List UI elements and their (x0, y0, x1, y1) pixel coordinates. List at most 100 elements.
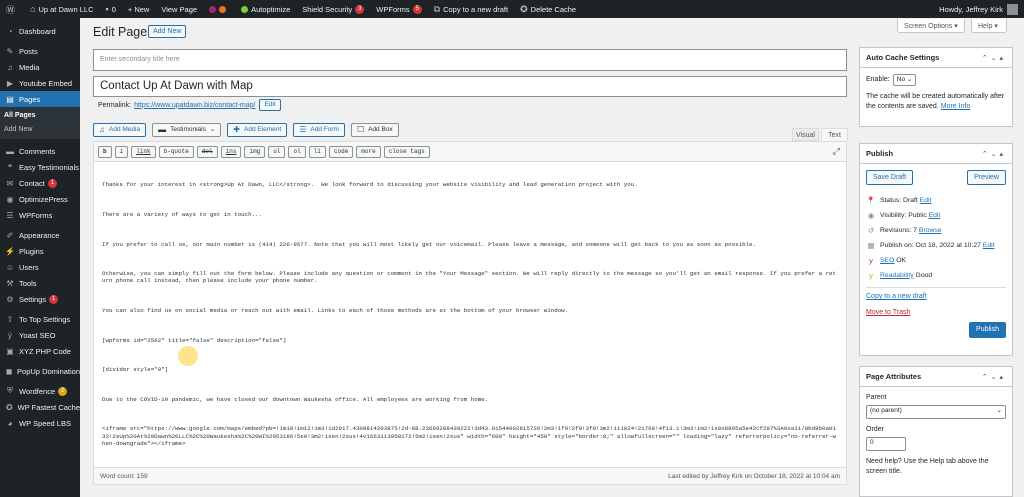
qt-img-button[interactable]: img (244, 145, 266, 158)
sidebar-item-dashboard[interactable]: ◔ Dashboard (0, 23, 80, 39)
add-box-button[interactable]: ☐ Add Box (350, 123, 399, 137)
qt-link-button[interactable]: link (131, 145, 156, 158)
submenu-all-pages[interactable]: All Pages (0, 109, 80, 123)
sidebar-item-comments[interactable]: ▬ Comments (0, 143, 80, 159)
copy-draft-link[interactable]: Copy to a new draft (866, 292, 1006, 302)
sidebar-item-optimizepress[interactable]: ◉ OptimizePress (0, 191, 80, 207)
yoast-admin-icon[interactable] (203, 0, 235, 18)
publish-date-edit-link[interactable]: Edit (983, 241, 995, 251)
wpforms-link[interactable]: WPForms 5 (370, 0, 427, 18)
sidebar-item-to-top-settings[interactable]: ⇧ To Top Settings (0, 311, 80, 327)
sidebar-item-yoast-seo[interactable]: ẏ Yoast SEO (0, 327, 80, 343)
qt-ul-button[interactable]: ul (268, 145, 286, 158)
sidebar-item-appearance[interactable]: ✐ Appearance (0, 227, 80, 243)
code-icon: ▣ (6, 346, 14, 356)
view-page-link[interactable]: View Page (155, 0, 203, 18)
enable-select[interactable]: No ⌄ (892, 74, 917, 86)
screen-options-button[interactable]: Screen Options ▾ (897, 19, 965, 33)
add-media-button[interactable]: ♫ Add Media (93, 123, 147, 137)
permalink-edit-button[interactable]: Edit (259, 99, 281, 111)
visibility-row: ◉ Visibility: Public Edit (867, 210, 941, 221)
move-to-trash-link[interactable]: Move to Trash (866, 308, 1006, 318)
content-paragraph: Due to the COVID-19 pandemic, we have cl… (102, 395, 489, 403)
sidebar-item-xyz-php-code[interactable]: ▣ XYZ PHP Code (0, 343, 80, 359)
save-draft-button[interactable]: Save Draft (866, 170, 914, 185)
cache-icon: ✪ (520, 3, 528, 14)
shield-count-badge: 3 (355, 4, 365, 14)
yoast-icon (209, 5, 217, 13)
sidebar-item-popup-domination[interactable]: ◼ PopUp Domination (0, 359, 80, 383)
submenu-add-new[interactable]: Add New (0, 123, 80, 137)
title-input[interactable]: Contact Up At Dawn with Map (93, 76, 847, 97)
tab-text[interactable]: Text (821, 128, 848, 141)
qt-italic-button[interactable]: i (114, 145, 129, 158)
help-button[interactable]: Help ▾ (971, 19, 1007, 33)
shield-security-link[interactable]: Shield Security 3 (296, 0, 370, 18)
publish-header[interactable]: Publish ⌃⌄▴ (860, 144, 1012, 164)
sidebar-item-wp-speed-lbs[interactable]: ◕ WP Speed LBS (0, 415, 80, 431)
seo-link[interactable]: SEO (880, 256, 894, 266)
box-controls-icon[interactable]: ⌃⌄▴ (982, 54, 1006, 62)
parent-select[interactable]: (no parent) ⌄ (866, 405, 1006, 419)
home-icon: ⌂ (30, 4, 36, 14)
new-content-link[interactable]: + New (122, 0, 155, 18)
my-account-link[interactable]: Howdy, Jeffrey Kirk (933, 0, 1024, 18)
sidebar-item-youtube-embed[interactable]: ▶ Youtube Embed (0, 75, 80, 91)
revisions-browse-link[interactable]: Browse (919, 226, 942, 236)
media-icon: ♫ (99, 125, 105, 134)
box-controls-icon[interactable]: ⌃⌄▴ (982, 373, 1006, 381)
add-element-button[interactable]: ✚ Add Element (227, 123, 288, 137)
status-edit-link[interactable]: Edit (920, 196, 932, 206)
fullscreen-icon[interactable]: ⤢ (833, 146, 840, 157)
qt-ol-button[interactable]: ol (288, 145, 306, 158)
publish-button[interactable]: Publish (969, 322, 1006, 338)
sidebar-item-wp-fastest-cache[interactable]: ✪ WP Fastest Cache (0, 399, 80, 415)
site-name-link[interactable]: ⌂ Up at Dawn LLC (24, 0, 99, 18)
qt-bold-button[interactable]: b (98, 145, 112, 158)
readability-link[interactable]: Readability (880, 271, 914, 281)
qt-ins-button[interactable]: ins (220, 145, 242, 158)
qt-code-button[interactable]: code (328, 145, 354, 158)
video-icon: ▶ (6, 78, 14, 88)
autoptimize-link[interactable]: Autoptimize (235, 0, 296, 18)
qt-close-tags-button[interactable]: close tags (383, 145, 430, 158)
qt-more-button[interactable]: more (356, 145, 381, 158)
add-new-page-button[interactable]: Add New (148, 25, 187, 38)
more-info-link[interactable]: More Info (941, 103, 971, 110)
page-attributes-header[interactable]: Page Attributes ⌃⌄▴ (860, 367, 1012, 387)
copy-draft-link[interactable]: ⧉ Copy to a new draft (428, 0, 514, 18)
sidebar-item-pages[interactable]: ▤ Pages (0, 91, 80, 107)
comments-link[interactable]: ▪ 0 (99, 0, 121, 18)
auto-cache-box: Auto Cache Settings ⌃⌄▴ Enable: No ⌄ The … (859, 47, 1013, 127)
status-dot-icon (219, 5, 227, 13)
delete-cache-link[interactable]: ✪ Delete Cache (514, 0, 582, 18)
tab-visual[interactable]: Visual (792, 128, 819, 141)
sidebar-item-easy-testimonials[interactable]: ❝ Easy Testimonials (0, 159, 80, 175)
pin-icon: 📍 (866, 195, 876, 205)
wordpress-logo[interactable]: Ⓦ (0, 0, 24, 18)
revisions-icon: ↺ (867, 225, 875, 235)
add-form-button[interactable]: ☰ Add Form (293, 123, 345, 137)
sidebar-item-settings[interactable]: ⚙ Settings 1 (0, 291, 80, 307)
qt-blockquote-button[interactable]: b-quote (158, 145, 194, 158)
sidebar-item-contact[interactable]: ✉ Contact 1 (0, 175, 80, 191)
qt-li-button[interactable]: li (308, 145, 326, 158)
content-paragraph: You can also find us on social media or … (102, 307, 569, 315)
preview-button[interactable]: Preview (967, 170, 1006, 185)
sidebar-item-wordfence[interactable]: ⛨ Wordfence 2 (0, 383, 80, 399)
testimonials-button[interactable]: ▬ Testimonials ⌄ (152, 123, 222, 137)
sidebar-item-posts[interactable]: ✎ Posts (0, 43, 80, 59)
content-textarea[interactable]: Thanks for your interest in <strong>Up A… (94, 162, 846, 466)
auto-cache-header[interactable]: Auto Cache Settings ⌃⌄▴ (860, 48, 1012, 68)
sidebar-item-users[interactable]: ☺ Users (0, 259, 80, 275)
box-controls-icon[interactable]: ⌃⌄▴ (982, 150, 1006, 158)
permalink-link[interactable]: https://www.upatdawn.biz/contact-map/ (134, 102, 255, 109)
sidebar-item-media[interactable]: ♫ Media (0, 59, 80, 75)
sidebar-item-plugins[interactable]: ⚡ Plugins (0, 243, 80, 259)
secondary-title-input[interactable]: Enter secondary title here (93, 49, 847, 71)
sidebar-item-wpforms[interactable]: ☰ WPForms (0, 207, 80, 223)
qt-del-button[interactable]: del (196, 145, 218, 158)
visibility-edit-link[interactable]: Edit (929, 211, 941, 221)
order-input[interactable]: 0 (866, 437, 906, 451)
sidebar-item-tools[interactable]: ⚒ Tools (0, 275, 80, 291)
